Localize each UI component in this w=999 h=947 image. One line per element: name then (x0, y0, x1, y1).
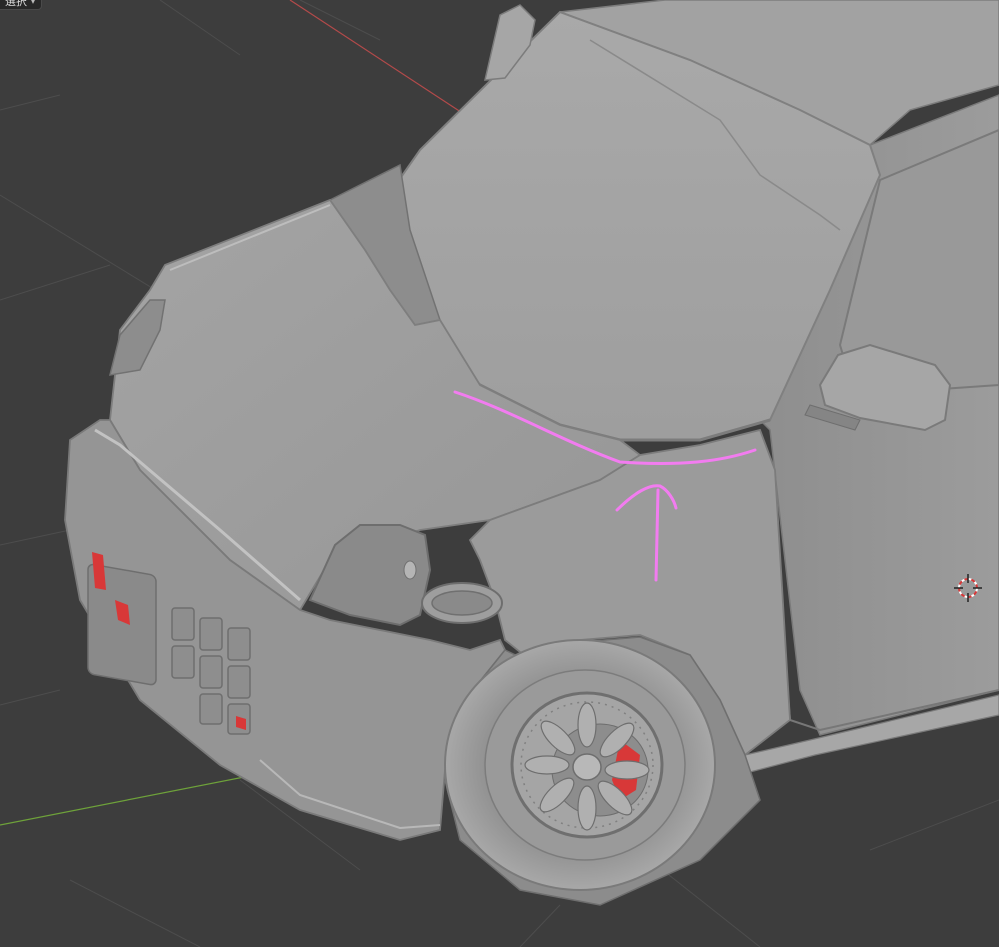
mode-dropdown[interactable]: 選択 ▾ (0, 0, 43, 10)
car-headlight-bulb (403, 560, 417, 580)
mode-dropdown-label: 選択 (5, 0, 27, 8)
annotation-arrow-shaft (654, 488, 660, 582)
car-foglight-inner (431, 590, 493, 616)
x-axis-line (289, 0, 471, 119)
chevron-down-icon: ▾ (31, 0, 36, 6)
car-wheel-hub (572, 753, 602, 781)
3d-viewport[interactable]: 選択 ▾ (0, 0, 999, 947)
car-model[interactable] (64, 0, 999, 906)
viewport-canvas[interactable] (0, 0, 999, 947)
